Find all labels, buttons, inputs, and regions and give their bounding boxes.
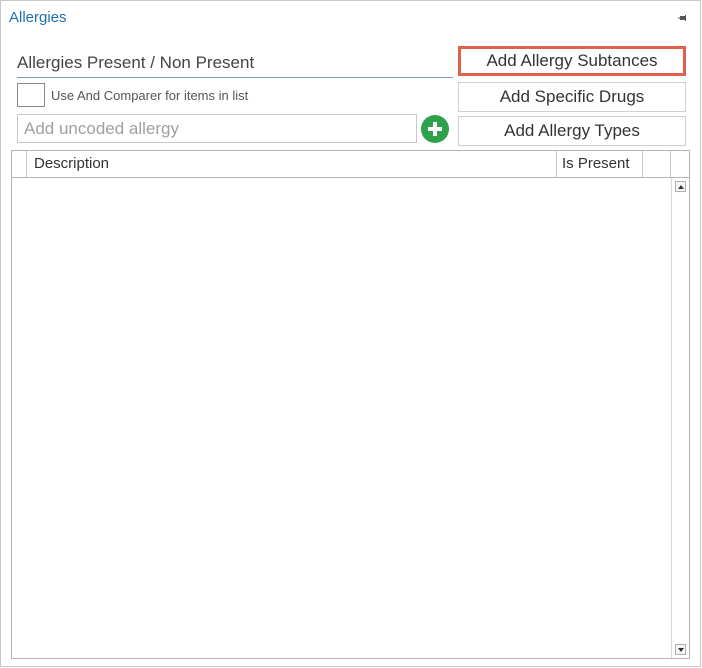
column-header-extra[interactable] bbox=[642, 151, 670, 177]
column-header-filler bbox=[670, 151, 689, 177]
scroll-up-icon[interactable] bbox=[675, 181, 686, 192]
and-comparer-checkbox[interactable] bbox=[17, 83, 45, 107]
plus-circle-icon[interactable] bbox=[421, 115, 449, 143]
section-label: Allergies Present / Non Present bbox=[17, 53, 453, 78]
column-header-description[interactable]: Description bbox=[26, 151, 566, 177]
allergies-grid[interactable]: Description Is Present bbox=[11, 150, 690, 659]
panel-title: Allergies bbox=[9, 9, 67, 26]
vertical-scrollbar[interactable] bbox=[671, 178, 689, 658]
grid-header: Description Is Present bbox=[12, 151, 689, 178]
row-indicator-header bbox=[12, 151, 26, 177]
allergies-panel: Allergies Allergies Present / Non Presen… bbox=[0, 0, 701, 667]
column-header-is-present[interactable]: Is Present bbox=[556, 151, 642, 177]
scroll-down-icon[interactable] bbox=[675, 644, 686, 655]
pin-icon[interactable] bbox=[678, 13, 688, 23]
add-allergy-types-button[interactable]: Add Allergy Types bbox=[458, 116, 686, 146]
add-specific-drugs-button[interactable]: Add Specific Drugs bbox=[458, 82, 686, 112]
and-comparer-label: Use And Comparer for items in list bbox=[51, 87, 249, 103]
uncoded-allergy-input[interactable] bbox=[17, 114, 417, 143]
add-allergy-substances-button[interactable]: Add Allergy Subtances bbox=[458, 46, 686, 76]
and-comparer-option: Use And Comparer for items in list bbox=[17, 83, 248, 107]
